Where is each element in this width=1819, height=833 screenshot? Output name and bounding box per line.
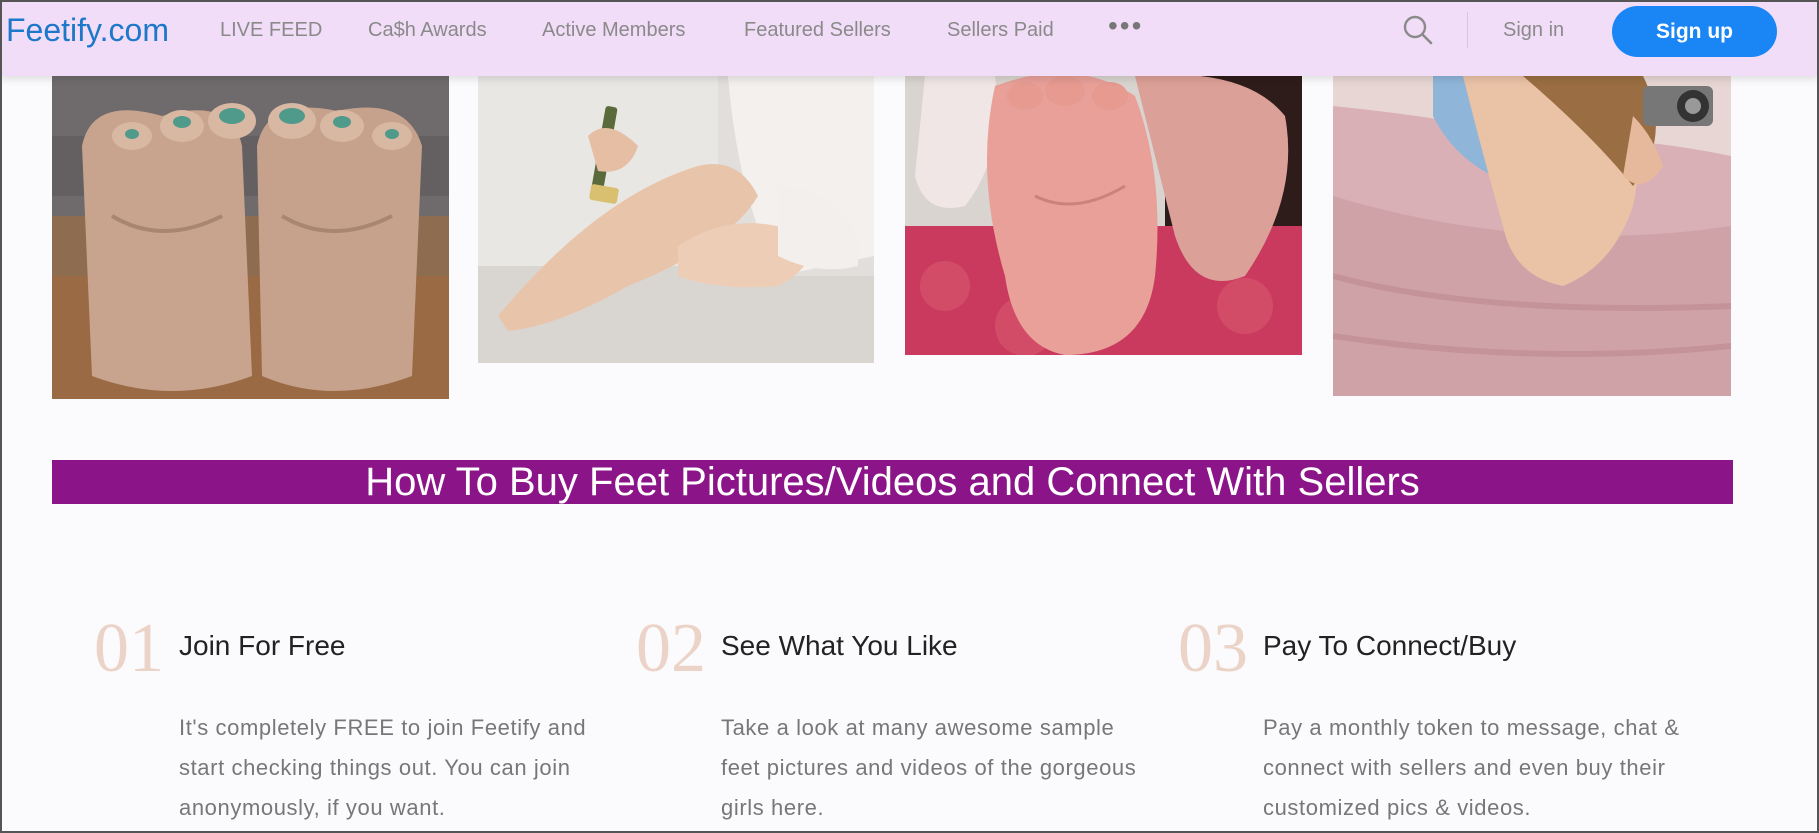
woman-with-camera-photo[interactable] [1333, 76, 1731, 396]
sign-in-link[interactable]: Sign in [1503, 18, 1564, 42]
step-description: It's completely FREE to join Feetify and… [179, 715, 587, 820]
how-to-buy-banner: How To Buy Feet Pictures/Videos and Conn… [52, 460, 1733, 504]
step-number: 02 [636, 610, 706, 687]
step-title: Pay To Connect/Buy [1263, 630, 1517, 661]
site-logo[interactable]: Feetify.com [6, 12, 169, 48]
sign-up-button[interactable]: Sign up [1612, 6, 1777, 57]
nav-sellers-paid[interactable]: Sellers Paid [947, 18, 1054, 42]
step-title: See What You Like [721, 630, 958, 661]
search-icon[interactable] [1402, 14, 1434, 46]
top-navigation-bar: Feetify.com LIVE FEED Ca$h Awards Active… [0, 0, 1819, 76]
nav-cash-awards[interactable]: Ca$h Awards [368, 18, 487, 42]
header-divider [1467, 12, 1468, 48]
nav-live-feed[interactable]: LIVE FEED [220, 18, 322, 42]
step-description: Take a look at many awesome sample feet … [721, 715, 1137, 820]
step-description: Pay a monthly token to message, chat & c… [1263, 715, 1680, 820]
nav-featured-sellers[interactable]: Featured Sellers [744, 18, 891, 42]
step-number: 03 [1178, 610, 1248, 687]
step-number: 01 [94, 610, 164, 687]
step-title: Join For Free [179, 630, 346, 661]
soles-green-toenails-photo[interactable] [52, 76, 449, 399]
feet-soles-closeup-photo[interactable] [905, 76, 1302, 355]
nav-active-members[interactable]: Active Members [542, 18, 685, 42]
woman-shaving-legs-photo[interactable] [478, 76, 874, 363]
more-menu-icon[interactable]: ••• [1108, 12, 1143, 40]
